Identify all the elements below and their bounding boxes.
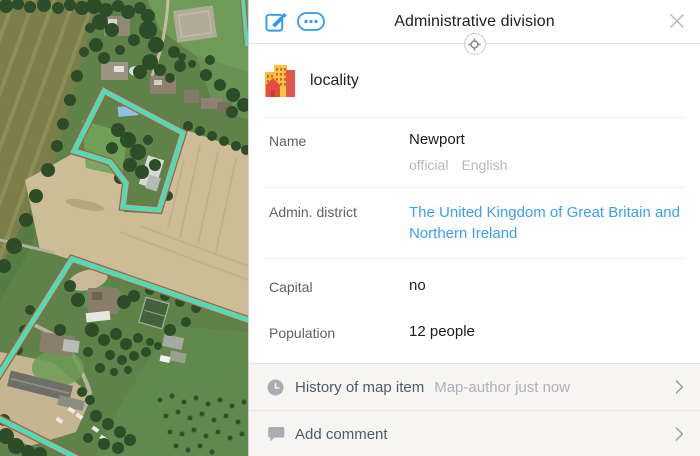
info-panel: Administrative division [248, 0, 700, 456]
name-tag-language: English [461, 157, 507, 173]
add-comment-row[interactable]: Add comment [249, 411, 700, 456]
chevron-right-icon [674, 426, 684, 442]
ellipsis-icon [297, 12, 325, 31]
edit-button[interactable] [265, 10, 288, 33]
map-canvas[interactable] [0, 0, 248, 456]
edit-pencil-icon [265, 10, 288, 33]
admin-district-field-row: Admin. district The United Kingdom of Gr… [249, 188, 700, 258]
close-icon [669, 13, 685, 29]
name-tag-official: official [409, 157, 448, 173]
name-field-label: Name [269, 131, 409, 187]
app-window: Administrative division [0, 0, 700, 456]
population-value: 12 people [409, 323, 475, 341]
target-icon [468, 38, 481, 51]
name-field-value: Newport [409, 131, 507, 148]
name-tags: official English [409, 157, 507, 173]
comment-icon [267, 426, 285, 443]
capital-value: no [409, 277, 426, 295]
history-label: History of map item [295, 379, 424, 396]
history-meta: Map-author just now [434, 379, 674, 396]
admin-district-link[interactable]: The United Kingdom of Great Britain and … [409, 202, 697, 258]
name-field-row: Name Newport official English [249, 118, 700, 187]
chevron-right-icon [674, 379, 684, 395]
population-field-row: Population 12 people [249, 295, 700, 341]
close-button[interactable] [669, 13, 685, 29]
capital-field-row: Capital no [249, 259, 700, 295]
history-row[interactable]: History of map item Map-author just now [249, 364, 700, 410]
admin-district-label: Admin. district [269, 202, 409, 258]
object-type-label: locality [310, 72, 359, 90]
population-label: Population [269, 323, 409, 341]
locality-icon [265, 65, 295, 97]
boundary-segment-edge[interactable] [243, 0, 247, 46]
attributes-block: Capital no Population 12 people [249, 259, 700, 364]
more-actions-button[interactable] [297, 12, 325, 31]
clock-icon [267, 379, 285, 396]
locate-on-map-button[interactable] [464, 33, 486, 55]
panel-footer: History of map item Map-author just now … [249, 363, 700, 456]
add-comment-label: Add comment [295, 426, 388, 443]
capital-label: Capital [269, 277, 409, 295]
satellite-imagery [0, 0, 248, 456]
